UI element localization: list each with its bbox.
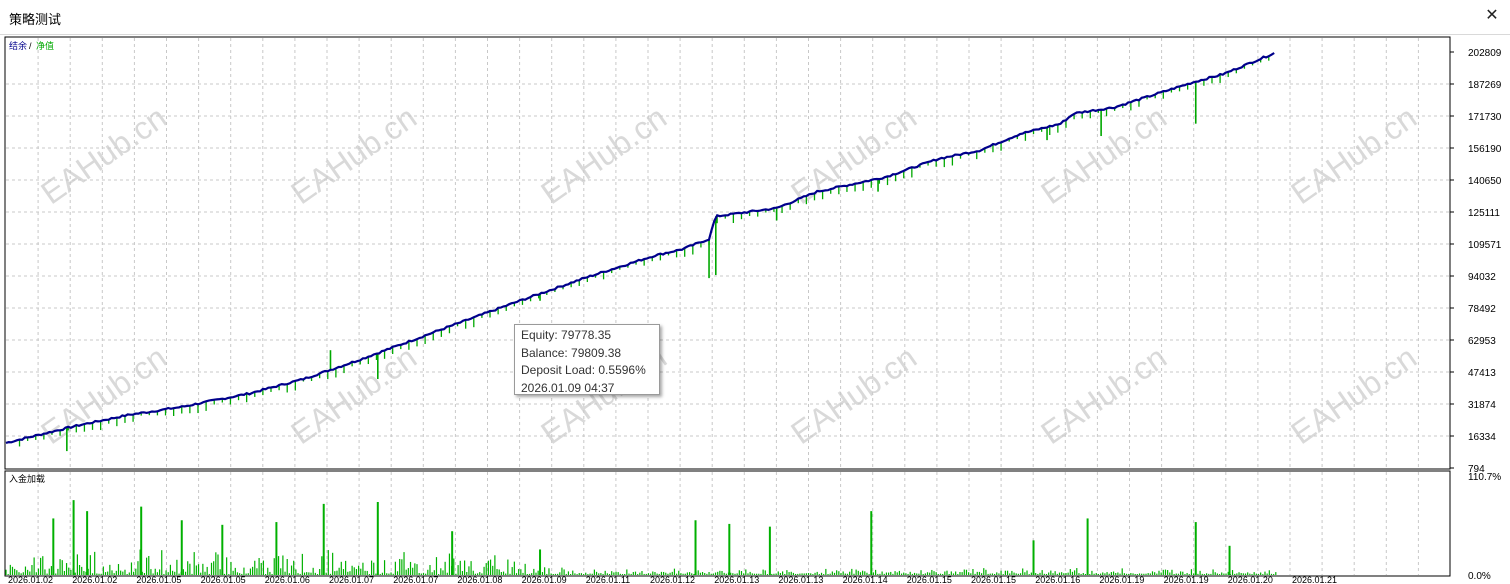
y-tick-label: 109571 <box>1468 240 1502 251</box>
balance-chart-grid <box>6 38 1449 468</box>
x-tick-label: 2026.01.13 <box>714 575 759 584</box>
tooltip-equity: Equity: 79778.35 <box>521 328 612 342</box>
tooltip-time: 2026.01.09 04:37 <box>521 380 615 395</box>
watermark-text: EAHub.cn <box>1284 99 1423 211</box>
x-tick-label: 2026.01.16 <box>1035 575 1080 584</box>
balance-y-axis: 202809 187269 171730 156190 140650 125111 1095… <box>1450 48 1502 475</box>
window-titlebar: 策略测试 ✕ <box>0 0 1510 35</box>
x-tick-label: 2026.01.02 <box>72 575 117 584</box>
watermark-text: EAHub.cn <box>1034 339 1173 451</box>
balance-chart-legend: 结余 / 净值 <box>9 40 54 51</box>
x-tick-label: 2026.01.21 <box>1292 575 1337 584</box>
tooltip-deposit-load: Deposit Load: 0.5596% <box>521 363 646 377</box>
x-tick-label: 2026.01.15 <box>907 575 952 584</box>
y-tick-label: 125111 <box>1468 208 1500 219</box>
x-tick-label: 2026.01.19 <box>1099 575 1144 584</box>
watermark-text: EAHub.cn <box>1284 339 1423 451</box>
y-tick-label: 78492 <box>1468 304 1496 315</box>
watermark-text: EAHub.cn <box>784 339 923 451</box>
watermark-text: EAHub.cn <box>534 99 673 211</box>
watermark-text: EAHub.cn <box>284 339 423 451</box>
x-tick-label: 2026.01.14 <box>843 575 888 584</box>
window-title: 策略测试 <box>9 12 62 27</box>
x-tick-label: 2026.01.07 <box>329 575 374 584</box>
legend-separator: / <box>29 41 32 51</box>
deposit-load-bars <box>5 500 1277 575</box>
legend-balance-label: 结余 <box>9 40 27 51</box>
tooltip-balance: Balance: 79809.38 <box>521 345 622 360</box>
x-tick-label: 2026.01.06 <box>265 575 310 584</box>
x-tick-label: 2026.01.11 <box>586 575 630 584</box>
y-tick-label: 94032 <box>1468 272 1496 283</box>
deposit-load-grid <box>37 472 1419 575</box>
x-tick-label: 2026.01.12 <box>650 575 695 584</box>
y-tick-label: 187269 <box>1468 80 1502 91</box>
x-tick-label: 2026.01.13 <box>778 575 823 584</box>
strategy-tester-chart: EAHub.cn EAHub.cn EAHub.cn EAHub.cn EAHub.cn… <box>4 36 1502 584</box>
x-tick-label: 2026.01.02 <box>8 575 53 584</box>
y-tick-label: 156190 <box>1468 144 1502 155</box>
x-tick-label: 2026.01.20 <box>1228 575 1273 584</box>
data-tooltip: Equity: 79778.35 Balance: 79809.38 Depos… <box>514 324 660 395</box>
x-tick-label: 2026.01.07 <box>393 575 438 584</box>
y-tick-label: 16334 <box>1468 432 1496 443</box>
x-tick-label: 2026.01.05 <box>136 575 181 584</box>
close-icon[interactable]: ✕ <box>1482 6 1502 26</box>
date-axis: 2026.01.02 2026.01.02 2026.01.05 2026.01.05… <box>8 575 1337 584</box>
y-tick-label: 47413 <box>1468 368 1496 379</box>
y-tick-label: 31874 <box>1468 400 1496 411</box>
x-tick-label: 2026.01.19 <box>1164 575 1209 584</box>
y-tick-label: 62953 <box>1468 336 1496 347</box>
y-tick-label: 140650 <box>1468 176 1502 187</box>
x-tick-label: 2026.01.09 <box>522 575 567 584</box>
x-tick-label: 2026.01.08 <box>457 575 502 584</box>
y-tick-label: 171730 <box>1468 112 1502 123</box>
deposit-load-max-tick: 110.7% <box>1468 472 1501 483</box>
y-tick-label: 202809 <box>1468 48 1502 59</box>
deposit-load-min-tick: 0.0% <box>1468 571 1491 582</box>
legend-equity-label: 净值 <box>36 40 54 51</box>
deposit-load-title: 入金加载 <box>9 473 45 484</box>
x-tick-label: 2026.01.05 <box>201 575 246 584</box>
watermark-text: EAHub.cn <box>34 339 173 451</box>
watermark-layer: EAHub.cn EAHub.cn EAHub.cn EAHub.cn EAHub.cn… <box>34 99 1423 451</box>
x-tick-label: 2026.01.15 <box>971 575 1016 584</box>
